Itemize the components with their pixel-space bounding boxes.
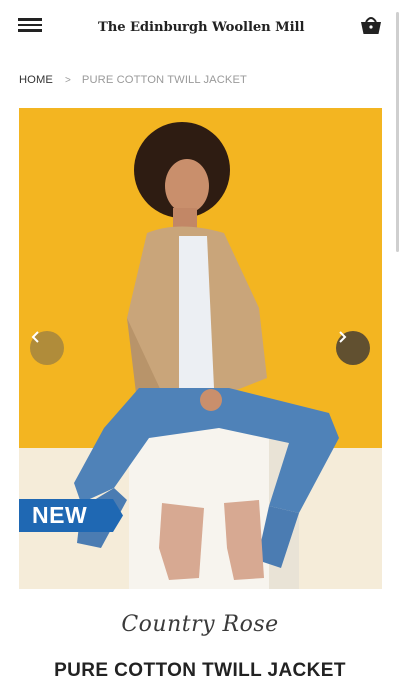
- brand-logo[interactable]: Country Rose: [0, 612, 400, 637]
- product-title: PURE COTTON TWILL JACKET: [54, 660, 346, 681]
- chevron-left-icon: [31, 331, 39, 343]
- gallery-next-button[interactable]: [336, 331, 370, 365]
- page-scrollbar[interactable]: [396, 12, 399, 252]
- logo-text: The Edinburgh Woollen Mill: [98, 19, 305, 35]
- chevron-right-icon: [339, 331, 347, 343]
- product-image-gallery[interactable]: NEW: [19, 108, 382, 589]
- hamburger-menu-icon[interactable]: [18, 17, 42, 33]
- gallery-prev-button[interactable]: [30, 331, 64, 365]
- site-logo[interactable]: The Edinburgh Woollen Mill: [98, 12, 308, 42]
- site-header: The Edinburgh Woollen Mill: [0, 0, 400, 56]
- breadcrumb-separator-icon: >: [64, 74, 71, 86]
- breadcrumb-current: PURE COTTON TWILL JACKET: [81, 74, 247, 86]
- new-badge-label: NEW: [32, 502, 88, 528]
- breadcrumb-home-link[interactable]: HOME: [19, 74, 53, 86]
- breadcrumb: HOME > PURE COTTON TWILL JACKET: [19, 73, 247, 87]
- new-badge: NEW: [19, 499, 123, 532]
- shopping-basket-icon[interactable]: [359, 13, 383, 37]
